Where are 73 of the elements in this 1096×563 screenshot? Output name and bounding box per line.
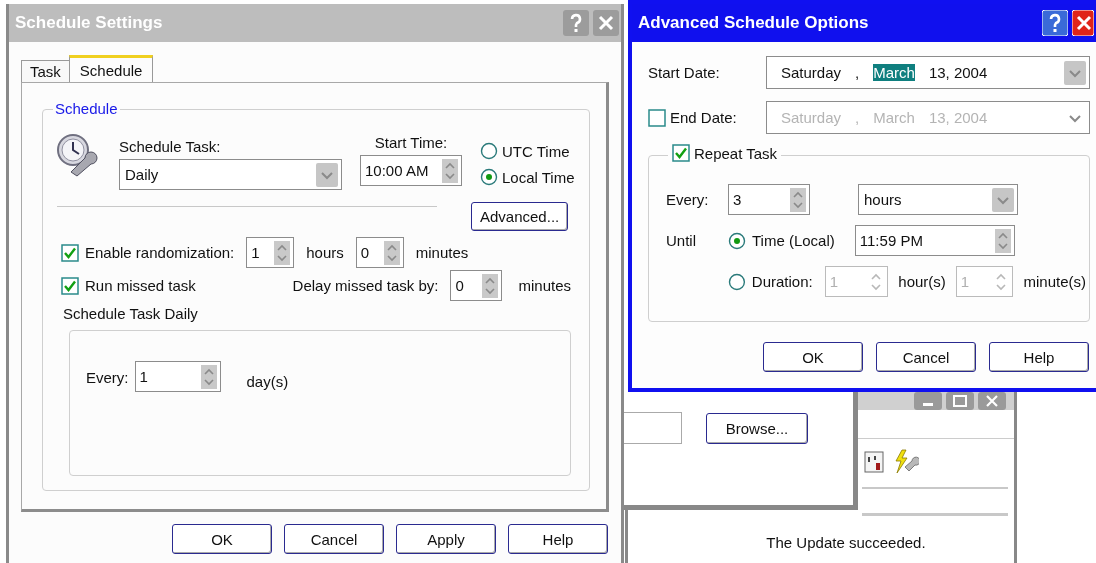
report-icon[interactable] [863,450,885,474]
help-icon[interactable] [563,10,589,36]
radio-button[interactable] [728,272,746,291]
spinner-arrows-icon[interactable] [274,240,291,265]
maximize-icon[interactable] [946,392,974,410]
checkbox-label: Enable randomization: [85,244,235,261]
date-picker[interactable]: Saturday , March 13, 2004 [766,56,1090,89]
text-field[interactable] [862,487,1008,516]
checkbox[interactable] [648,108,666,127]
status-message: The Update succeeded. [765,534,927,551]
unit-label: minutes [518,277,571,294]
spinner-arrows-icon[interactable] [482,273,499,298]
help-icon[interactable] [1042,10,1068,36]
checkbox[interactable] [61,276,79,295]
dialog-button[interactable]: Help [989,342,1089,372]
field-label: Every: [666,191,710,208]
radio-button[interactable] [480,168,498,186]
unit-label: hours [306,244,344,261]
clock-wrench-icon [55,132,99,178]
spinner-arrows-icon[interactable] [790,187,806,212]
field-label: Until [666,232,697,249]
spinner-arrows-icon[interactable] [383,240,400,265]
tab[interactable]: Schedule [68,55,154,82]
dialog-button[interactable]: Cancel [284,524,384,554]
radio-button[interactable] [480,142,498,160]
window-title: Advanced Schedule Options [638,13,869,33]
group-title: Schedule [53,100,120,117]
number-field[interactable]: 3 [728,184,810,215]
number-field[interactable]: 10:00 AM [360,155,462,186]
close-icon[interactable] [1072,10,1094,36]
field-label: Start Time: [374,134,448,151]
checkbox-label: Repeat Task [694,144,778,162]
window-title: Schedule Settings [15,13,163,33]
tab[interactable]: Task [21,60,70,82]
dialog-button[interactable]: Cancel [876,342,976,372]
number-field[interactable]: 1 [134,361,221,392]
dialog-button[interactable]: OK [172,524,272,554]
radio-button[interactable] [728,231,746,250]
dialog-button[interactable]: OK [763,342,863,372]
lightning-wrench-icon[interactable] [893,449,919,475]
unit-label: minutes [415,244,469,261]
unit-label: hour(s) [898,273,946,290]
close-icon[interactable] [978,392,1006,410]
minimize-icon[interactable] [914,392,942,410]
checkbox-label: End Date: [670,109,737,126]
field-label: Start Date: [648,64,721,81]
number-field[interactable]: 0 [450,270,503,301]
radio-label: Time (Local) [752,232,835,249]
unit-label: minute(s) [1023,273,1086,290]
radio-label: UTC Time [502,142,570,160]
number-field[interactable]: 11:59 PM [854,225,1015,256]
spinner-arrows-icon[interactable] [442,158,458,183]
advanced-button[interactable]: Advanced... [471,202,569,231]
spinner-arrows-icon[interactable] [994,228,1011,253]
browse-button[interactable]: Browse... [706,412,808,444]
dialog-button[interactable]: Help [508,524,608,554]
number-field[interactable]: 0 [355,237,404,268]
dropdown[interactable]: Daily [119,159,342,190]
section-label: Schedule Task Daily [63,305,199,322]
unit-label: day(s) [246,373,289,390]
number-field[interactable]: 1 [246,237,295,268]
field-label: Every: [86,369,129,386]
checkbox[interactable] [672,144,690,162]
field-label: Schedule Task: [119,138,222,155]
radio-label: Duration: [751,273,813,290]
dialog-button[interactable]: Apply [396,524,496,554]
radio-label: Local Time [502,168,575,186]
dropdown[interactable]: hours [858,184,1018,215]
checkbox[interactable] [61,243,79,262]
checkbox-label: Run missed task [85,277,196,294]
close-icon[interactable] [593,10,619,36]
spinner-arrows-icon[interactable] [200,364,217,389]
field-label: Delay missed task by: [292,277,439,294]
